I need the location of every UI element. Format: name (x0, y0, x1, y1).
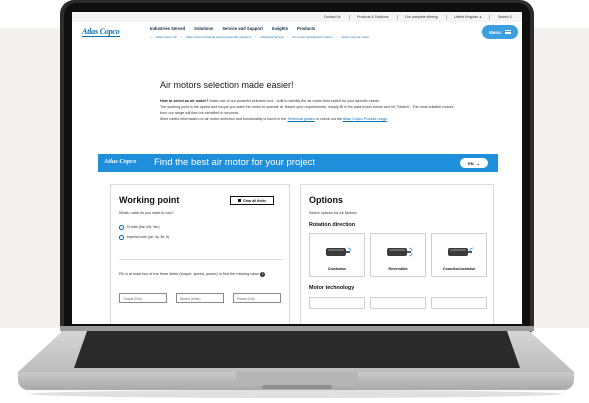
banner-title: Find the best air motor for your project (154, 157, 316, 168)
laptop-notch (262, 385, 332, 389)
imperial-units-option[interactable]: Imperial units (psi, hp, lbf, ft) (119, 235, 169, 240)
counterclockwise-option[interactable]: Counterclockwise (431, 233, 487, 277)
options-subtitle: Select options for Air Motors (309, 211, 357, 215)
search-label: Search (497, 15, 509, 19)
nav-insights[interactable]: Insights (272, 26, 288, 31)
banner-logo: Atlas Copco (104, 158, 137, 165)
section-divider (119, 259, 283, 260)
technology-option[interactable] (309, 297, 365, 309)
breadcrumb-item[interactable]: Industries Served (260, 35, 283, 39)
speed-input[interactable]: Speed (r/min) (176, 293, 224, 303)
divider (445, 14, 447, 20)
nav-products[interactable]: Products (297, 26, 315, 31)
clockwise-option[interactable]: Clockwise (309, 233, 365, 277)
units-question: Which units do you want to use? (119, 211, 174, 215)
radio-selected[interactable] (119, 225, 124, 230)
language-selector[interactable]: EN ⌄ (460, 158, 488, 168)
reversible-option[interactable]: Reversible (370, 233, 426, 277)
complete-offering-link[interactable]: Our complete offering (405, 15, 438, 19)
trash-icon (238, 198, 241, 203)
search-link[interactable]: Search ⚲ (498, 15, 512, 19)
products-solutions-link[interactable]: Products & Solutions (357, 15, 388, 19)
utility-bar: Contact Us Products & Solutions Our comp… (72, 12, 522, 22)
atlas-copco-logo[interactable]: Atlas Copco (82, 27, 120, 37)
laptop-hinge (60, 326, 534, 331)
air-motor-icon (387, 247, 413, 257)
breadcrumb-separator: / (181, 35, 182, 39)
laptop-shadow (30, 390, 562, 398)
home-icon[interactable]: ⌂ (150, 35, 152, 39)
intro-question: How to select an air motor? (160, 99, 209, 103)
product-range-link[interactable]: Atlas Copco Product range (343, 117, 387, 121)
globe-icon: ● (479, 15, 482, 19)
breadcrumb-item[interactable]: Atlas Copco UK (156, 35, 177, 39)
counterclockwise-label: Counterclockwise (442, 267, 476, 271)
technology-option[interactable] (431, 297, 487, 309)
si-units-label: SI units (bar, kW, Nm) (126, 225, 160, 230)
options-title: Options (309, 195, 343, 205)
breadcrumb-item[interactable]: Atlas Copco Industrial tools & assembly … (186, 35, 251, 39)
breadcrumb-separator: / (255, 35, 257, 39)
main-nav: Industries Served Solutions Service and … (150, 26, 315, 31)
breadcrumb: ⌂ Atlas Copco UK / Atlas Copco Industria… (150, 35, 369, 39)
intro-more-end: . (386, 117, 388, 121)
technology-option[interactable] (370, 297, 426, 309)
page-title: Air motors selection made easier! (160, 80, 294, 90)
motor-technology-heading: Motor technology (309, 285, 355, 291)
breadcrumb-separator: / (336, 35, 338, 39)
search-icon: ⚲ (509, 15, 512, 19)
chevron-down-icon: ⌄ (476, 160, 480, 166)
options-panel: Options Select options for Air Motors Ro… (300, 184, 494, 324)
intro-more-info: More useful information on air motor sel… (160, 116, 460, 122)
intro-more-start: More useful information on air motor sel… (160, 117, 288, 121)
country-label: United Kingdom (454, 15, 479, 19)
fill-instructions-text: Fill in at least two of the three fields… (119, 272, 260, 276)
breadcrumb-separator: / (287, 35, 289, 39)
technical-guides-link[interactable]: Technical guides (287, 117, 314, 121)
torque-input[interactable]: Torque (Nm) (119, 293, 167, 303)
reversible-label: Reversible (388, 267, 408, 271)
working-point-panel: Working point Clear all fields Which uni… (110, 184, 290, 324)
working-point-title: Working point (119, 195, 180, 205)
menu-button[interactable]: Menu (482, 25, 518, 39)
power-input[interactable]: Power (Kw) (233, 293, 281, 303)
menu-label: Menu (489, 29, 501, 35)
laptop-trackpad (236, 372, 358, 386)
intro-more-mid: or check out the (314, 117, 343, 121)
info-icon[interactable]: i (260, 271, 266, 277)
rotation-direction-heading: Rotation direction (309, 222, 356, 228)
air-motor-icon (448, 247, 474, 256)
nav-solutions[interactable]: Solutions (194, 26, 213, 31)
radio-unselected[interactable] (119, 235, 124, 240)
clockwise-label: Clockwise (327, 267, 347, 271)
clear-all-fields-button[interactable]: Clear all fields (230, 196, 274, 205)
imperial-units-label: Imperial units (psi, hp, lbf, ft) (126, 235, 170, 240)
breadcrumb-current: Select your air motor (341, 35, 369, 39)
language-label: EN (468, 160, 474, 166)
selector-banner: Atlas Copco Find the best air motor for … (98, 154, 498, 172)
intro-working-point-text: The working point is the speed and torqu… (160, 105, 454, 115)
intro-text: Make use of our powerful selection tool … (208, 99, 380, 103)
si-units-option[interactable]: SI units (bar, kW, Nm) (119, 225, 159, 230)
intro-section: Air motors selection made easier! How to… (160, 80, 460, 122)
country-selector[interactable]: United Kingdom ● (454, 15, 481, 19)
air-motor-icon (326, 247, 352, 256)
fill-instructions: Fill in at least two of the three fields… (119, 271, 287, 277)
contact-us-link[interactable]: Contact Us (324, 15, 341, 19)
divider (489, 14, 490, 20)
divider (348, 14, 350, 20)
breadcrumb-item[interactable]: Air motors and Electric motors (292, 35, 332, 39)
laptop-keyboard (74, 330, 520, 368)
divider (396, 14, 398, 20)
laptop-screen: Contact Us Products & Solutions Our comp… (72, 12, 522, 324)
nav-industries-served[interactable]: Industries Served (150, 26, 185, 31)
hamburger-icon (504, 30, 511, 34)
nav-service-support[interactable]: Service and Support (222, 26, 263, 31)
clear-all-label: Clear all fields (243, 198, 266, 203)
